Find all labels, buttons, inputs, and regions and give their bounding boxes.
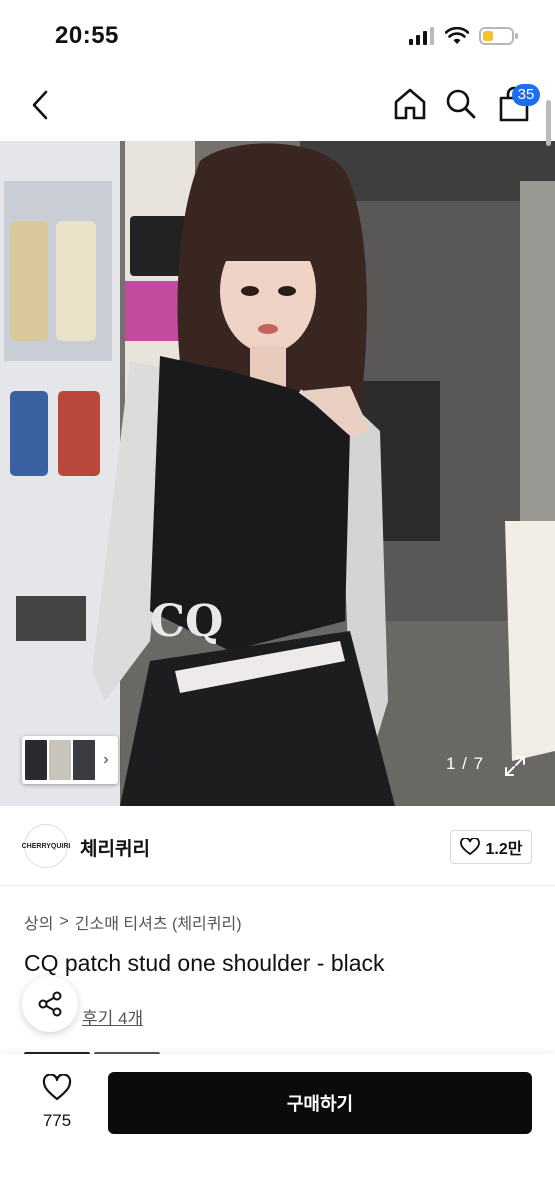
heart-icon <box>459 838 480 856</box>
gallery-thumbnail-strip[interactable]: › <box>22 736 118 784</box>
review-count-link[interactable]: 후기 4개 <box>82 1004 143 1029</box>
status-bar: 20:55 <box>0 0 555 70</box>
battery-icon <box>479 27 518 45</box>
gallery-thumbnail[interactable] <box>25 740 47 780</box>
gallery-thumbnail[interactable] <box>49 740 71 780</box>
back-arrow-icon[interactable] <box>26 88 56 122</box>
cellular-signal-icon <box>409 27 434 45</box>
search-icon[interactable] <box>444 86 478 122</box>
breadcrumb: 상의 > 긴소매 티셔츠 (체리퀴리) <box>24 910 242 934</box>
product-title: CQ patch stud one shoulder - black <box>24 950 385 976</box>
scroll-indicator <box>546 100 551 146</box>
fullscreen-expand-icon[interactable] <box>503 754 527 778</box>
buy-button[interactable]: 구매하기 <box>108 1072 532 1134</box>
share-button[interactable] <box>22 976 78 1032</box>
product-photo[interactable]: CQ <box>0 141 555 806</box>
product-photo-illustration: CQ <box>0 141 555 806</box>
share-icon <box>38 991 62 1017</box>
chevron-right-icon[interactable]: › <box>97 740 115 780</box>
heart-icon <box>42 1073 72 1101</box>
image-counter: 1 / 7 <box>446 754 485 773</box>
top-nav <box>0 72 555 138</box>
shop-logo[interactable]: CHERRYQUIRI <box>21 824 71 868</box>
shop-name[interactable]: 체리퀴리 <box>80 834 150 861</box>
bottom-action-bar: 775 구매하기 <box>0 1054 555 1200</box>
breadcrumb-subcategory[interactable]: 긴소매 티셔츠 (체리퀴리) <box>75 910 242 934</box>
breadcrumb-category[interactable]: 상의 <box>24 910 53 934</box>
status-icons <box>409 26 519 46</box>
cart-count-badge: 35 <box>512 84 540 106</box>
wishlist-button[interactable]: 775 <box>30 1073 84 1131</box>
shop-like-button[interactable]: 1.2만 <box>450 830 532 864</box>
wishlist-count: 775 <box>42 1111 72 1130</box>
shop-row[interactable]: CHERRYQUIRI 체리퀴리 1.2만 <box>0 820 555 886</box>
shop-logo-text: CHERRYQUIRI <box>21 842 71 850</box>
home-icon[interactable] <box>392 86 428 122</box>
status-time: 20:55 <box>55 22 119 49</box>
gallery-thumbnail[interactable] <box>73 740 95 780</box>
shop-like-count: 1.2만 <box>485 841 523 858</box>
wifi-icon <box>445 27 469 44</box>
breadcrumb-separator: > <box>59 913 69 930</box>
svg-text:CQ: CQ <box>150 596 223 647</box>
